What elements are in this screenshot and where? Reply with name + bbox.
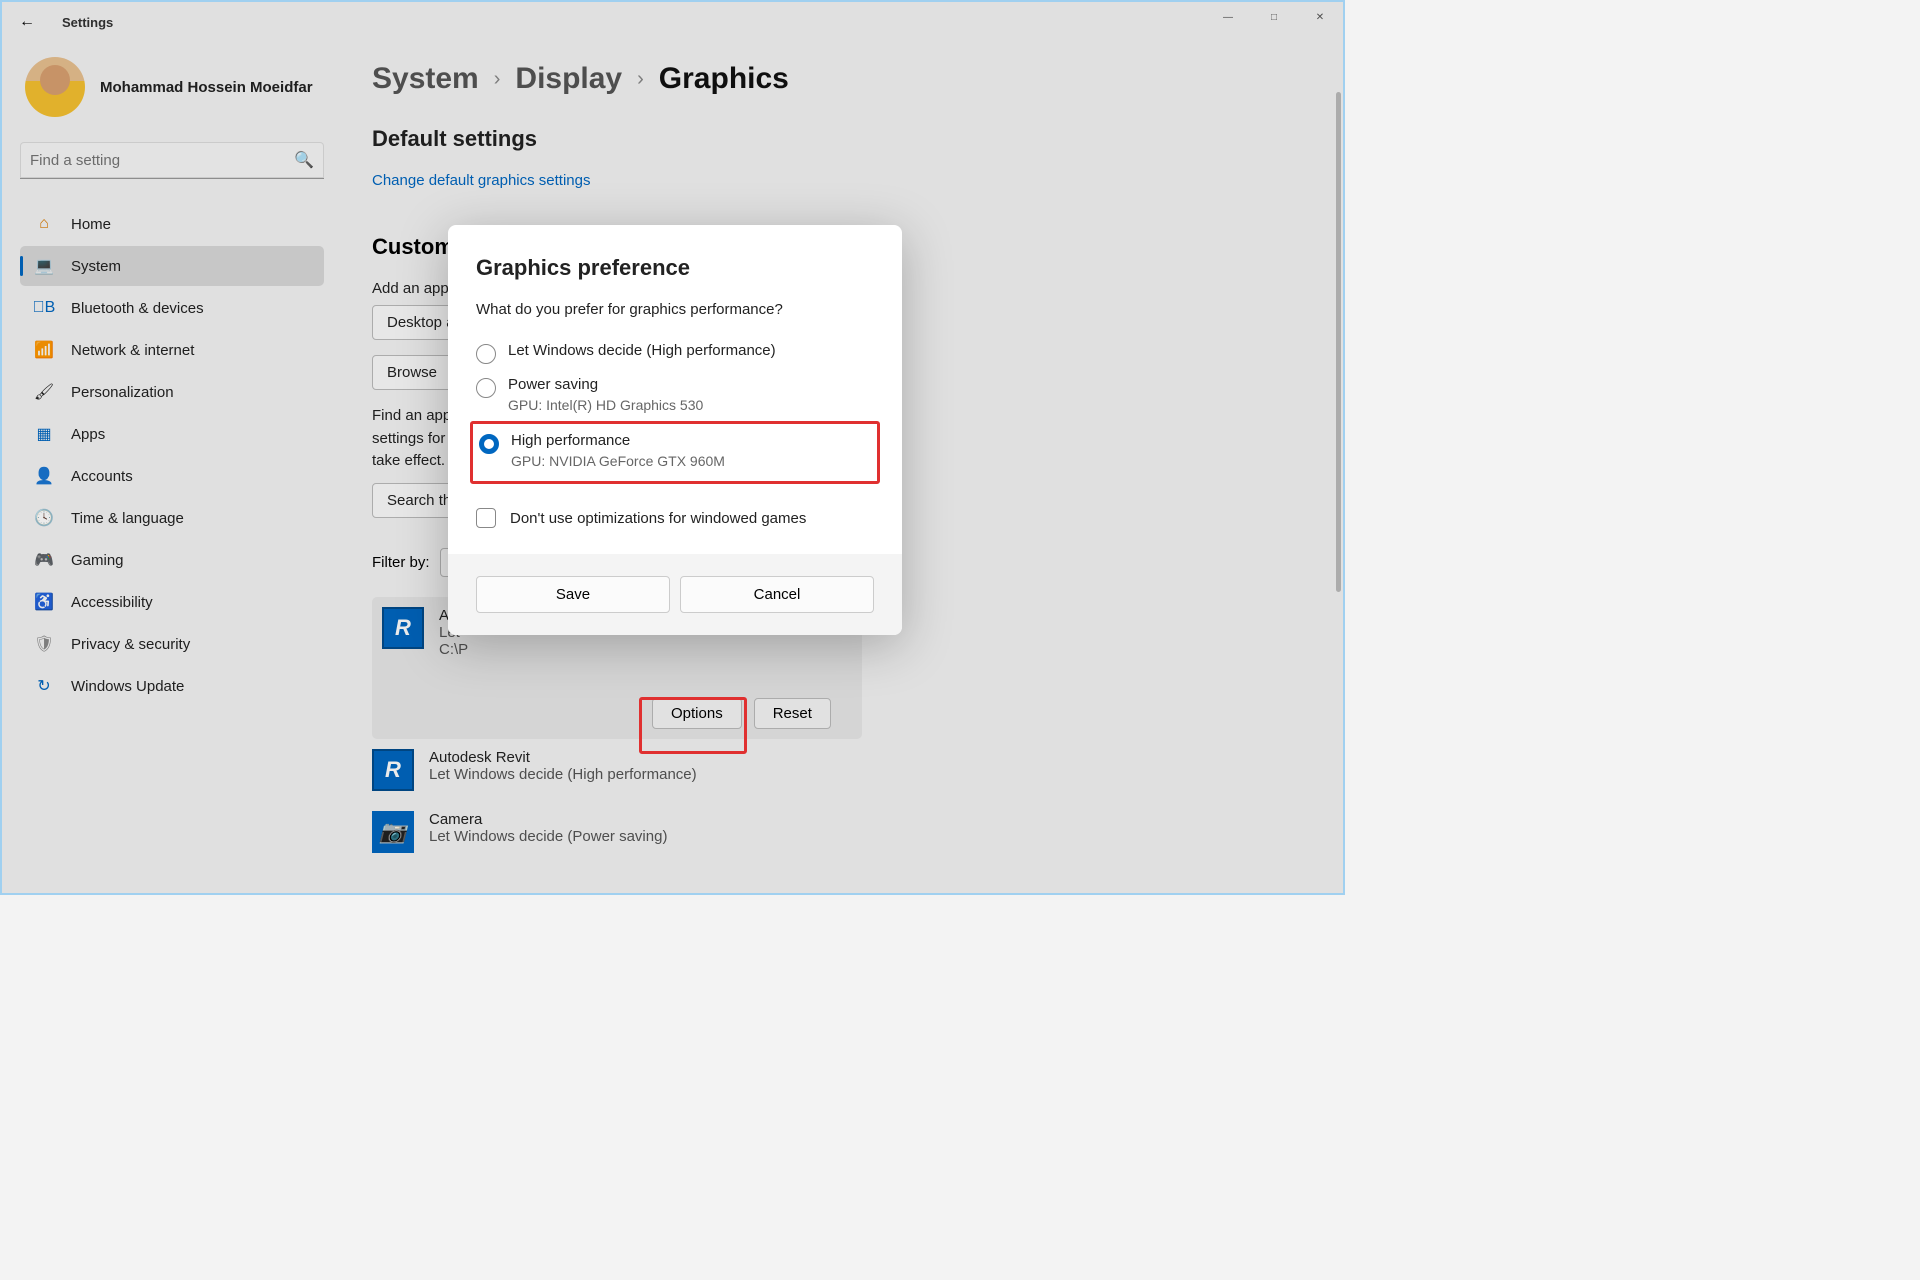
checkbox-label: Don't use optimizations for windowed gam… (510, 510, 806, 527)
breadcrumb: System › Display › Graphics (372, 62, 1313, 96)
person-icon: 👤 (34, 466, 54, 486)
apps-icon: ▦ (34, 424, 54, 444)
radio-label: Power saving (508, 376, 703, 393)
radio-let-windows-decide[interactable]: Let Windows decide (High performance) (476, 336, 874, 370)
sidebar-item-label: Accessibility (71, 594, 153, 611)
app-entry[interactable]: 📷 Camera Let Windows decide (Power savin… (372, 801, 1313, 863)
sidebar-item-personalization[interactable]: 🖌 Personalization (20, 372, 324, 412)
app-path: C:\P (439, 641, 470, 658)
sidebar-item-bluetooth[interactable]: B Bluetooth & devices (20, 288, 324, 328)
titlebar: ← Settings ― □ ✕ (2, 2, 1343, 42)
sidebar-item-label: Gaming (71, 552, 124, 569)
radio-label: High performance (511, 432, 725, 449)
sidebar-item-accessibility[interactable]: ♿ Accessibility (20, 582, 324, 622)
dialog-title: Graphics preference (476, 255, 874, 281)
checkbox-windowed-games[interactable]: Don't use optimizations for windowed gam… (476, 502, 874, 534)
app-name: Autodesk Revit (429, 749, 697, 766)
profile-name: Mohammad Hossein Moeidfar (100, 79, 313, 96)
app-entry[interactable]: R Autodesk Revit Let Windows decide (Hig… (372, 739, 1313, 801)
camera-icon: 📷 (372, 811, 414, 853)
default-settings-title: Default settings (372, 126, 1313, 152)
breadcrumb-system[interactable]: System (372, 62, 479, 96)
browse-button[interactable]: Browse (372, 355, 452, 390)
sidebar-item-gaming[interactable]: 🎮 Gaming (20, 540, 324, 580)
search-box[interactable]: 🔍 (20, 142, 324, 179)
sidebar-item-accounts[interactable]: 👤 Accounts (20, 456, 324, 496)
sidebar-item-label: Windows Update (71, 678, 184, 695)
cancel-button[interactable]: Cancel (680, 576, 874, 613)
app-icon: R (372, 749, 414, 791)
search-icon: 🔍 (294, 150, 314, 170)
profile[interactable]: Mohammad Hossein Moeidfar (20, 57, 324, 117)
sidebar-item-label: Apps (71, 426, 105, 443)
shield-icon: 🛡 (34, 634, 54, 654)
change-default-link[interactable]: Change default graphics settings (372, 172, 1313, 189)
dialog-question: What do you prefer for graphics performa… (476, 301, 874, 318)
scrollbar[interactable] (1336, 92, 1341, 592)
sidebar-item-update[interactable]: ↻ Windows Update (20, 666, 324, 706)
sidebar: Mohammad Hossein Moeidfar 🔍 ⌂ Home 💻 Syste… (2, 42, 342, 893)
radio-icon (476, 378, 496, 398)
sidebar-item-label: Personalization (71, 384, 174, 401)
avatar (25, 57, 85, 117)
sidebar-item-label: Accounts (71, 468, 133, 485)
radio-icon-checked (479, 434, 499, 454)
gamepad-icon: 🎮 (34, 550, 54, 570)
radio-label: Let Windows decide (High performance) (508, 342, 776, 359)
app-name: Camera (429, 811, 667, 828)
accessibility-icon: ♿ (34, 592, 54, 612)
radio-power-saving[interactable]: Power saving GPU: Intel(R) HD Graphics 5… (476, 370, 874, 419)
annotation-highlight: High performance GPU: NVIDIA GeForce GTX… (470, 421, 880, 484)
sidebar-item-system[interactable]: 💻 System (20, 246, 324, 286)
options-button[interactable]: Options (652, 698, 742, 729)
clock-icon: 🕓 (34, 508, 54, 528)
sidebar-item-network[interactable]: 📶 Network & internet (20, 330, 324, 370)
chevron-right-icon: › (494, 68, 501, 91)
reset-button[interactable]: Reset (754, 698, 831, 729)
app-subtitle: Let Windows decide (Power saving) (429, 828, 667, 845)
chevron-right-icon: › (637, 68, 644, 91)
sidebar-item-privacy[interactable]: 🛡 Privacy & security (20, 624, 324, 664)
sidebar-item-label: Time & language (71, 510, 184, 527)
sidebar-item-label: Privacy & security (71, 636, 190, 653)
minimize-button[interactable]: ― (1205, 2, 1251, 32)
brush-icon: 🖌 (34, 382, 54, 402)
radio-sublabel: GPU: Intel(R) HD Graphics 530 (508, 397, 703, 413)
save-button[interactable]: Save (476, 576, 670, 613)
sidebar-item-apps[interactable]: ▦ Apps (20, 414, 324, 454)
sidebar-item-label: Network & internet (71, 342, 194, 359)
home-icon: ⌂ (34, 214, 54, 234)
sidebar-item-label: Bluetooth & devices (71, 300, 204, 317)
update-icon: ↻ (34, 676, 54, 696)
sidebar-item-time[interactable]: 🕓 Time & language (20, 498, 324, 538)
sidebar-item-label: System (71, 258, 121, 275)
system-icon: 💻 (34, 256, 54, 276)
radio-high-performance[interactable]: High performance GPU: NVIDIA GeForce GTX… (479, 426, 871, 475)
app-icon: R (382, 607, 424, 649)
sidebar-item-label: Home (71, 216, 111, 233)
filter-label: Filter by: (372, 554, 430, 571)
search-input[interactable] (30, 152, 294, 169)
radio-sublabel: GPU: NVIDIA GeForce GTX 960M (511, 453, 725, 469)
sidebar-item-home[interactable]: ⌂ Home (20, 204, 324, 244)
app-title: Settings (62, 15, 113, 30)
breadcrumb-display[interactable]: Display (515, 62, 622, 96)
breadcrumb-graphics: Graphics (659, 62, 789, 96)
graphics-preference-dialog: Graphics preference What do you prefer f… (448, 225, 902, 635)
checkbox-icon (476, 508, 496, 528)
wifi-icon: 📶 (34, 340, 54, 360)
app-subtitle: Let Windows decide (High performance) (429, 766, 697, 783)
bluetooth-icon: B (34, 298, 54, 318)
back-button[interactable]: ← (12, 7, 42, 37)
close-button[interactable]: ✕ (1297, 2, 1343, 32)
maximize-button[interactable]: □ (1251, 2, 1297, 32)
radio-icon (476, 344, 496, 364)
